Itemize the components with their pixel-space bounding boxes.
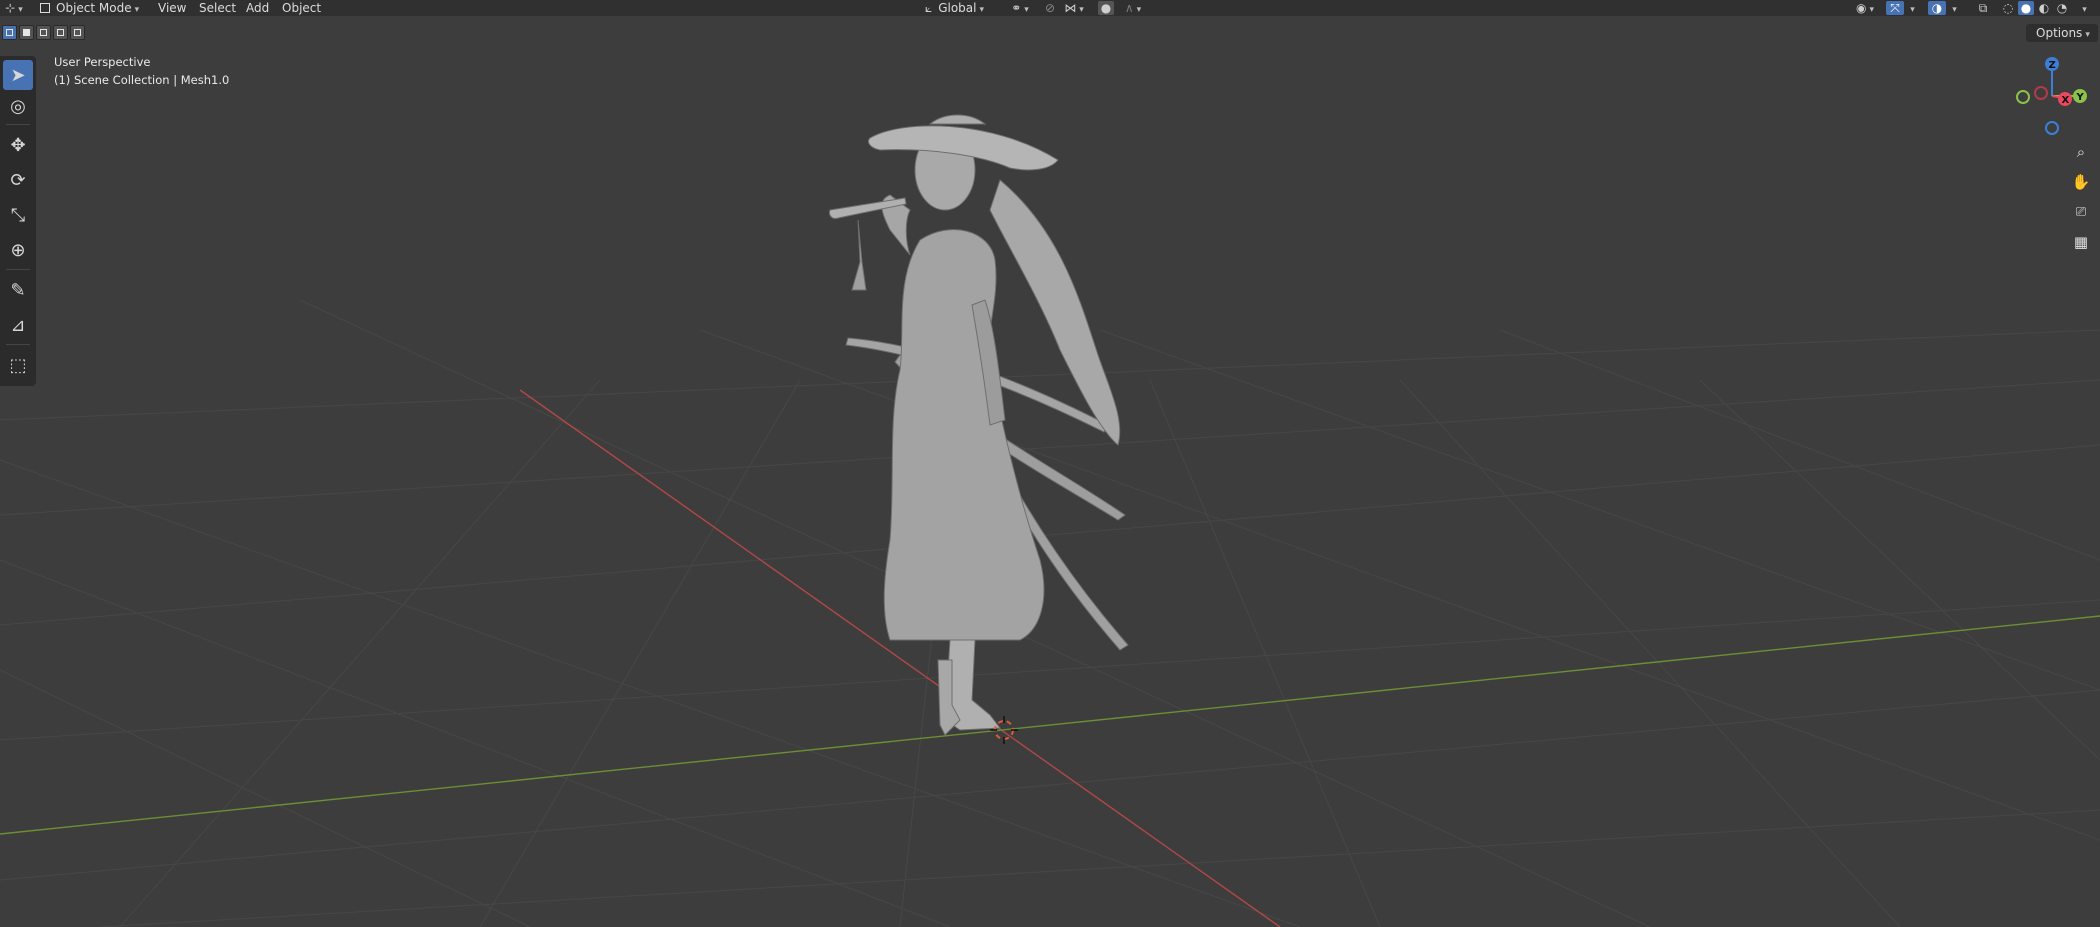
gizmo-dropdown-icon[interactable]: ▾ [1906,1,1916,15]
annotate-icon[interactable]: ✎ [3,275,33,305]
gizmo-neg-z-axis [2045,121,2059,135]
mode-dropdown[interactable]: Object Mode ▾ [40,0,139,16]
zoom-button[interactable]: ⌕ [2069,140,2093,164]
tool-shelf: ➤ ◎ ✥ ⟳ ⤡ ⊕ ✎ ⊿ ⬚ [0,56,36,386]
menu-object[interactable]: Object [282,0,321,16]
chevron-down-icon: ▾ [2085,30,2090,40]
camera-icon: ⎚ [2075,204,2087,220]
cursor-select-icon[interactable]: ➤ [3,60,33,90]
measure-icon[interactable]: ⊿ [3,310,33,340]
gizmo-toggle-icon[interactable]: ⤧ [1886,1,1904,15]
options-dropdown[interactable]: Options ▾ [2026,24,2098,42]
view-name: User Perspective [54,55,151,69]
viewport-header: ⊹ ▾ Object Mode ▾ View Select Add Object ⟀… [0,0,2100,16]
snap-icon[interactable]: ⊘ [1040,1,1060,15]
material-shading-icon[interactable]: ◐ [2036,1,2052,15]
toolbar-divider [6,344,30,345]
menu-view[interactable]: View [158,0,186,16]
wireframe-shading-icon[interactable]: ◌ [2000,1,2016,15]
toolbar-divider [6,124,30,125]
pan-button[interactable]: ✋ [2069,170,2093,194]
transform-orientation-label: Global [938,1,977,15]
proportional-editing-icon[interactable]: ● [1098,1,1114,15]
mesh-figure[interactable] [829,114,1129,736]
select-subtract-icon[interactable] [36,25,51,40]
floor-grid [0,299,2100,927]
transform-orientation-icon: ⟀ [925,1,933,15]
3d-cursor-icon[interactable]: ◎ [3,91,33,121]
gizmo-y-label: Y [2076,92,2085,103]
navigation-gizmo[interactable]: Z Y X [2016,57,2087,135]
gizmo-neg-x-axis [2034,86,2048,100]
camera-view-button[interactable]: ⎚ [2069,200,2093,224]
hand-pan-icon: ✋ [2071,173,2091,191]
pivot-point-icon[interactable]: ⚭ ▾ [1008,1,1032,15]
options-label: Options [2036,26,2083,40]
chevron-down-icon: ▾ [134,5,140,15]
grid-perspective-icon: ▦ [2073,233,2089,251]
rotate-icon[interactable]: ⟳ [3,165,33,195]
menu-select[interactable]: Select [199,0,236,16]
rendered-shading-icon[interactable]: ◔ [2054,1,2070,15]
overlay-dropdown-icon[interactable]: ▾ [1948,1,1958,15]
transform-icon[interactable]: ⊕ [3,235,33,265]
toolbar-divider [6,269,30,270]
shading-dropdown-icon[interactable]: ▾ [2076,1,2090,15]
select-new-icon[interactable] [2,25,17,40]
ortho-toggle-button[interactable]: ▦ [2069,230,2093,254]
visibility-icon[interactable]: ◉ ▾ [1850,1,1880,15]
gizmo-x-label: X [2062,95,2070,106]
object-mode-icon [40,3,50,13]
select-difference-icon[interactable] [53,25,68,40]
scale-icon[interactable]: ⤡ [3,200,33,230]
select-extend-icon[interactable] [19,25,34,40]
add-cube-icon[interactable]: ⬚ [3,350,33,380]
collection-info: (1) Scene Collection | Mesh1.0 [54,73,230,87]
scene-canvas[interactable]: Z Y X [0,16,2100,927]
3d-viewport[interactable]: Z Y X User Perspective (1) Scene Collect… [0,16,2100,927]
move-icon[interactable]: ✥ [3,130,33,160]
snap-target-icon[interactable]: ⋈ ▾ [1062,1,1086,15]
proportional-falloff-icon[interactable]: ∧ ▾ [1118,1,1148,15]
editor-type-icon[interactable]: ⊹ ▾ [4,1,24,15]
gizmo-neg-y-axis [2016,90,2030,104]
xray-icon[interactable]: ⧉ [1975,1,1991,15]
overlay-icon[interactable]: ◑ [1928,1,1946,15]
chevron-down-icon: ▾ [979,5,985,15]
gizmo-z-label: Z [2049,60,2056,71]
transform-orientation-dropdown[interactable]: ⟀ Global ▾ [925,0,984,16]
menu-add[interactable]: Add [246,0,269,16]
solid-shading-icon[interactable]: ● [2018,1,2034,15]
zoom-icon: ⌕ [2076,143,2086,161]
mode-label: Object Mode [56,1,132,15]
select-intersect-icon[interactable] [70,25,85,40]
